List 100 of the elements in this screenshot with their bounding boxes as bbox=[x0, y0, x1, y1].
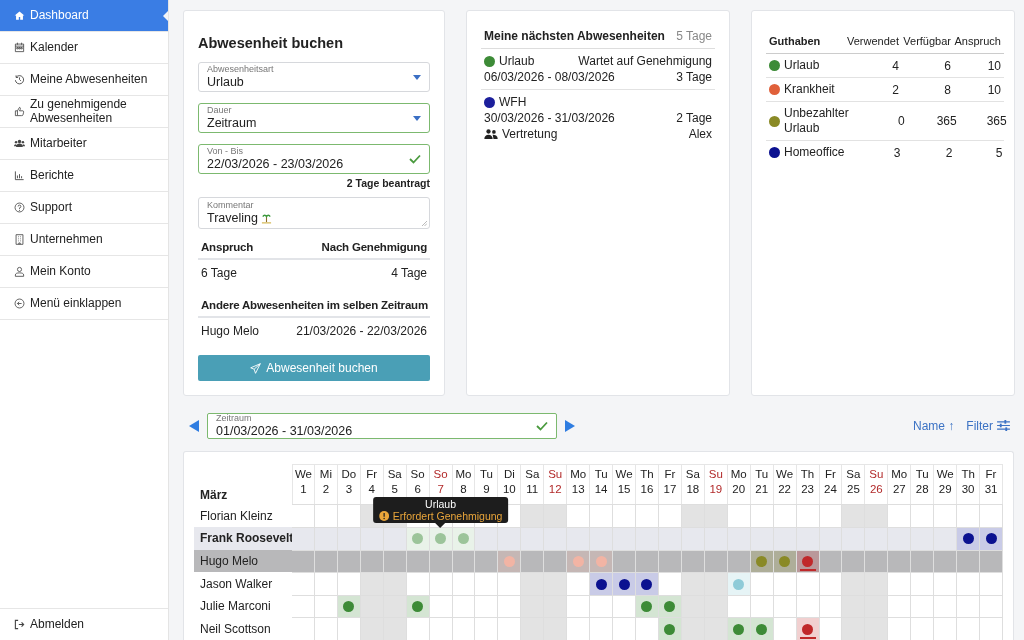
calendar-cell[interactable] bbox=[658, 617, 682, 640]
calendar-cell[interactable] bbox=[475, 594, 499, 618]
calendar-cell[interactable] bbox=[865, 594, 889, 618]
calendar-cell[interactable] bbox=[383, 617, 407, 640]
calendar-cell[interactable] bbox=[796, 617, 820, 640]
calendar-cell[interactable] bbox=[750, 527, 774, 550]
calendar-cell[interactable] bbox=[498, 617, 522, 640]
calendar-cell[interactable] bbox=[544, 572, 568, 595]
calendar-cell[interactable] bbox=[727, 504, 751, 528]
calendar-cell[interactable] bbox=[636, 594, 659, 618]
calendar-cell[interactable] bbox=[360, 572, 384, 595]
calendar-cell[interactable] bbox=[613, 572, 637, 595]
employee-name[interactable]: Frank Roosevelt bbox=[194, 527, 292, 550]
calendar-cell[interactable] bbox=[544, 527, 568, 550]
calendar-cell[interactable] bbox=[957, 549, 981, 573]
calendar-cell[interactable] bbox=[544, 617, 568, 640]
calendar-cell[interactable] bbox=[980, 549, 1003, 573]
calendar-cell[interactable] bbox=[888, 527, 912, 550]
calendar-cell[interactable] bbox=[865, 617, 889, 640]
calendar-cell[interactable] bbox=[888, 572, 912, 595]
employee-name[interactable]: Julie Marconi bbox=[194, 594, 292, 618]
calendar-cell[interactable] bbox=[934, 549, 958, 573]
calendar-cell[interactable] bbox=[957, 504, 981, 528]
calendar-cell[interactable] bbox=[842, 594, 866, 618]
sidebar-item[interactable]: Dashboard bbox=[0, 0, 168, 32]
calendar-cell[interactable] bbox=[911, 617, 935, 640]
calendar-cell[interactable] bbox=[934, 617, 958, 640]
calendar-cell[interactable] bbox=[819, 572, 843, 595]
calendar-cell[interactable] bbox=[911, 504, 935, 528]
sidebar-item[interactable]: Unternehmen bbox=[0, 224, 168, 256]
calendar-cell[interactable] bbox=[337, 617, 361, 640]
calendar-cell[interactable] bbox=[292, 594, 315, 618]
calendar-cell[interactable] bbox=[819, 527, 843, 550]
calendar-cell[interactable] bbox=[796, 527, 820, 550]
calendar-cell[interactable] bbox=[681, 572, 705, 595]
select-field[interactable]: Dauer Zeitraum bbox=[198, 103, 430, 133]
calendar-cell[interactable] bbox=[681, 504, 705, 528]
period-field[interactable]: Zeitraum 01/03/2026 - 31/03/2026 bbox=[207, 412, 557, 439]
calendar-cell[interactable] bbox=[613, 504, 637, 528]
sidebar-item[interactable]: Zu genehmigende Abwesenheiten bbox=[0, 96, 168, 128]
calendar-cell[interactable] bbox=[636, 527, 659, 550]
sort-link[interactable]: Name ↑ bbox=[913, 418, 955, 433]
date-range-field[interactable]: Von - Bis 22/03/2026 - 23/03/2026 bbox=[198, 144, 430, 174]
sidebar-item[interactable]: Meine Abwesenheiten bbox=[0, 64, 168, 96]
calendar-cell[interactable] bbox=[727, 572, 751, 595]
calendar-cell[interactable] bbox=[292, 504, 315, 528]
calendar-cell[interactable] bbox=[521, 617, 545, 640]
calendar-cell[interactable] bbox=[796, 504, 820, 528]
calendar-cell[interactable] bbox=[865, 549, 889, 573]
sidebar-item[interactable]: Mein Konto bbox=[0, 256, 168, 288]
calendar-cell[interactable] bbox=[337, 504, 361, 528]
calendar-cell[interactable] bbox=[934, 504, 958, 528]
calendar-cell[interactable] bbox=[865, 527, 889, 550]
calendar-cell[interactable] bbox=[314, 572, 338, 595]
calendar-cell[interactable] bbox=[613, 527, 637, 550]
calendar-cell[interactable] bbox=[819, 504, 843, 528]
filter-link[interactable]: Filter bbox=[966, 418, 993, 433]
calendar-cell[interactable] bbox=[590, 617, 614, 640]
calendar-cell[interactable] bbox=[360, 527, 384, 550]
calendar-cell[interactable] bbox=[475, 527, 499, 550]
calendar-cell[interactable] bbox=[658, 504, 682, 528]
next-arrow-icon[interactable] bbox=[565, 419, 575, 432]
calendar-cell[interactable] bbox=[934, 594, 958, 618]
sidebar-item[interactable]: Menü einklappen bbox=[0, 288, 168, 320]
employee-name[interactable]: Jason Walker bbox=[194, 572, 292, 595]
calendar-cell[interactable] bbox=[383, 527, 407, 550]
calendar-cell[interactable] bbox=[911, 594, 935, 618]
calendar-cell[interactable] bbox=[911, 572, 935, 595]
calendar-cell[interactable] bbox=[842, 527, 866, 550]
sidebar-item[interactable]: Berichte bbox=[0, 160, 168, 192]
calendar-cell[interactable] bbox=[521, 504, 545, 528]
employee-name[interactable]: Hugo Melo bbox=[194, 549, 292, 573]
calendar-cell[interactable] bbox=[521, 527, 545, 550]
calendar-cell[interactable] bbox=[406, 527, 430, 550]
calendar-cell[interactable] bbox=[567, 594, 591, 618]
calendar-cell[interactable] bbox=[613, 594, 637, 618]
calendar-cell[interactable] bbox=[406, 572, 430, 595]
employee-name[interactable]: Neil Scottson bbox=[194, 617, 292, 640]
calendar-cell[interactable] bbox=[636, 572, 659, 595]
calendar-cell[interactable] bbox=[750, 572, 774, 595]
previous-arrow-icon[interactable] bbox=[189, 419, 199, 432]
calendar-cell[interactable] bbox=[980, 594, 1003, 618]
calendar-cell[interactable] bbox=[429, 572, 453, 595]
calendar-cell[interactable] bbox=[842, 617, 866, 640]
calendar-cell[interactable] bbox=[314, 617, 338, 640]
calendar-cell[interactable] bbox=[521, 594, 545, 618]
calendar-cell[interactable] bbox=[911, 527, 935, 550]
calendar-cell[interactable] bbox=[957, 617, 981, 640]
calendar-cell[interactable] bbox=[292, 572, 315, 595]
calendar-cell[interactable] bbox=[590, 594, 614, 618]
calendar-cell[interactable] bbox=[888, 549, 912, 573]
logout-item[interactable]: Abmelden bbox=[0, 608, 168, 640]
calendar-cell[interactable] bbox=[544, 549, 568, 573]
calendar-cell[interactable] bbox=[406, 617, 430, 640]
calendar-cell[interactable] bbox=[980, 527, 1003, 550]
calendar-cell[interactable] bbox=[636, 549, 659, 573]
calendar-cell[interactable] bbox=[819, 617, 843, 640]
calendar-cell[interactable] bbox=[590, 504, 614, 528]
calendar-cell[interactable] bbox=[704, 527, 728, 550]
calendar-cell[interactable] bbox=[704, 572, 728, 595]
